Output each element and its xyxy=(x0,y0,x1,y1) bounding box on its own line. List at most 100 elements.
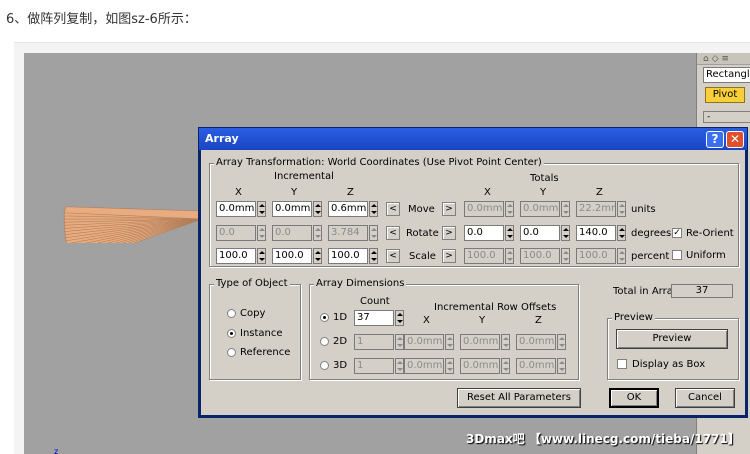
dim-2d-offset-y[interactable]: 0.0mm xyxy=(460,334,510,350)
cancel-button[interactable]: Cancel xyxy=(675,388,735,408)
move-unit: units xyxy=(631,204,656,215)
spinner-icon xyxy=(561,201,570,217)
scale-inc-x[interactable]: 100.0 xyxy=(216,248,266,264)
rotate-inc-y[interactable]: 0.0 xyxy=(272,225,322,241)
scale-inc-z[interactable]: 100.0 xyxy=(328,248,378,264)
dim-3d-offset-y[interactable]: 0.0mm xyxy=(460,358,510,374)
inc-z-header: Z xyxy=(347,187,354,198)
inc-x-header: X xyxy=(235,187,242,198)
move-inc-y[interactable]: 0.0mm xyxy=(272,201,322,217)
spinner-icon xyxy=(313,248,322,264)
reference-radio[interactable] xyxy=(227,348,236,357)
scale-right-arrow-button[interactable]: > xyxy=(442,249,456,263)
re-orient-label: Re-Orient xyxy=(686,228,734,239)
rotate-tot-y[interactable]: 0.0 xyxy=(520,225,570,241)
dialog-titlebar[interactable]: Array ? ✕ xyxy=(199,128,747,150)
dim-3d-count[interactable]: 1 xyxy=(354,358,404,374)
rotate-unit: degrees xyxy=(631,228,672,239)
uniform-label: Uniform xyxy=(686,250,726,261)
array-transformation-group: Array Transformation: World Coordinates … xyxy=(209,157,739,267)
move-tot-z[interactable]: 22.2mm xyxy=(576,201,626,217)
uniform-checkbox[interactable] xyxy=(672,250,682,260)
axis-z-label: z xyxy=(54,447,59,454)
ok-button[interactable]: OK xyxy=(609,388,659,408)
command-panel-icons[interactable]: ⌂ ◇ ≡ xyxy=(697,53,750,65)
dialog-client: Array Transformation: World Coordinates … xyxy=(201,150,745,415)
spinner-icon xyxy=(445,334,454,350)
copy-radio[interactable] xyxy=(227,309,236,318)
watermark: 3Dmax吧 【www.linecg.com/tieba/1771】 xyxy=(466,432,740,446)
dim-1d-radio[interactable] xyxy=(320,313,329,322)
move-inc-z[interactable]: 0.6mm xyxy=(328,201,378,217)
dim-2d-radio[interactable] xyxy=(320,337,329,346)
rotate-left-arrow-button[interactable]: < xyxy=(386,226,400,240)
preview-button[interactable]: Preview xyxy=(616,329,728,349)
rotate-right-arrow-button[interactable]: > xyxy=(442,226,456,240)
spinner-icon xyxy=(395,358,404,374)
spinner-icon xyxy=(617,248,626,264)
spinner-icon xyxy=(505,248,514,264)
copy-label: Copy xyxy=(240,308,266,319)
spinner-icon xyxy=(501,358,510,374)
display-as-box-label: Display as Box xyxy=(632,359,706,370)
rollout-strip[interactable]: - xyxy=(703,111,750,123)
pivot-button[interactable]: Pivot xyxy=(705,87,745,103)
reset-all-parameters-button[interactable]: Reset All Parameters xyxy=(457,388,581,408)
rotate-tot-z[interactable]: 140.0 xyxy=(576,225,626,241)
preview-legend: Preview xyxy=(612,312,655,323)
move-left-arrow-button[interactable]: < xyxy=(386,202,400,216)
move-tot-x[interactable]: 0.0mm xyxy=(464,201,514,217)
tot-x-header: X xyxy=(484,187,491,198)
rotate-tot-x[interactable]: 0.0 xyxy=(464,225,514,241)
tot-z-header: Z xyxy=(596,187,603,198)
re-orient-checkbox[interactable]: ✓ xyxy=(672,228,682,238)
close-icon[interactable]: ✕ xyxy=(726,131,744,148)
dim-3d-radio[interactable] xyxy=(320,361,329,370)
dim-3d-offset-x[interactable]: 0.0mm xyxy=(404,358,454,374)
spinner-icon xyxy=(505,201,514,217)
scale-tot-y[interactable]: 100.0 xyxy=(520,248,570,264)
incremental-label: Incremental xyxy=(274,171,334,182)
move-right-arrow-button[interactable]: > xyxy=(442,202,456,216)
spinner-icon xyxy=(369,248,378,264)
move-label: Move xyxy=(408,204,435,215)
spinner-icon xyxy=(561,248,570,264)
spinner-icon xyxy=(257,248,266,264)
dim-2d-count[interactable]: 1 xyxy=(354,334,404,350)
scale-tot-x[interactable]: 100.0 xyxy=(464,248,514,264)
rotate-inc-x[interactable]: 0.0 xyxy=(216,225,266,241)
tot-y-header: Y xyxy=(540,187,547,198)
fan-array-object xyxy=(63,206,203,243)
help-icon[interactable]: ? xyxy=(706,131,724,148)
dim-3d-label: 3D xyxy=(333,360,348,371)
offset-y-header: Y xyxy=(479,315,486,326)
spinner-icon xyxy=(557,334,566,350)
offset-x-header: X xyxy=(423,315,430,326)
dim-2d-offset-x[interactable]: 0.0mm xyxy=(404,334,454,350)
count-label: Count xyxy=(360,296,390,307)
dim-1d-count[interactable]: 37 xyxy=(354,310,404,326)
scale-label: Scale xyxy=(409,251,436,262)
object-name-field[interactable]: Rectangle0 xyxy=(703,67,750,83)
scale-left-arrow-button[interactable]: < xyxy=(386,249,400,263)
totals-label: Totals xyxy=(530,173,559,184)
dim-3d-offset-z[interactable]: 0.0mm xyxy=(516,358,566,374)
dim-2d-offset-z[interactable]: 0.0mm xyxy=(516,334,566,350)
spinner-icon xyxy=(369,225,378,241)
rotate-inc-z[interactable]: 3.784 xyxy=(328,225,378,241)
transformation-legend: Array Transformation: World Coordinates … xyxy=(214,157,544,168)
move-tot-y[interactable]: 0.0mm xyxy=(520,201,570,217)
dim-1d-label: 1D xyxy=(333,312,348,323)
move-inc-x[interactable]: 0.0mm xyxy=(216,201,266,217)
spinner-icon xyxy=(557,358,566,374)
scale-tot-z[interactable]: 100.0 xyxy=(576,248,626,264)
spinner-icon xyxy=(501,334,510,350)
spinner-icon xyxy=(617,225,626,241)
instance-radio[interactable] xyxy=(227,329,236,338)
scale-inc-y[interactable]: 100.0 xyxy=(272,248,322,264)
display-as-box-checkbox[interactable] xyxy=(617,359,627,369)
array-dialog: Array ? ✕ Array Transformation: World Co… xyxy=(198,127,748,418)
spinner-icon xyxy=(313,201,322,217)
type-of-object-legend: Type of Object xyxy=(214,278,290,289)
row-offsets-label: Incremental Row Offsets xyxy=(434,302,557,313)
